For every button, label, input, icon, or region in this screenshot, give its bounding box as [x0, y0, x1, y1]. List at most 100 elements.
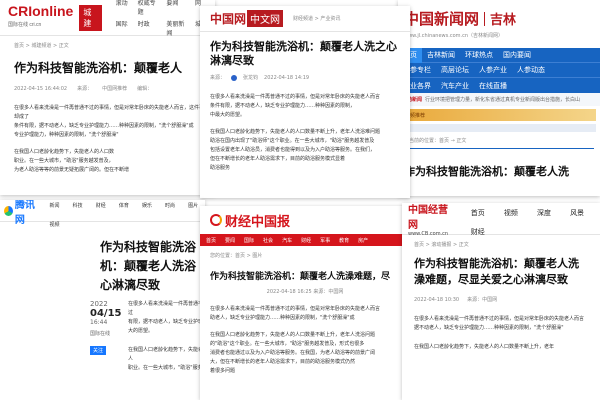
- caijing-nav-item[interactable]: 教育: [339, 237, 349, 244]
- cb-paragraph: 据不动老人，缺乏专业护理能力……种种因素的限制，"洗个舒服澡": [414, 325, 564, 331]
- caijing-nav-item[interactable]: 国际: [244, 237, 254, 244]
- caijing-nav-item[interactable]: 军事: [320, 237, 330, 244]
- caijing-paragraph: 助老人，缺乏专业护理能力……种种因素的限制，"洗个舒服澡"成: [210, 315, 355, 321]
- cri-paragraph: 条件有限，据不动老人，缺乏专业护理能力……种种因素的限制，"洗个舒服澡"成: [14, 123, 194, 129]
- cb-paragraph: 在很多人看来洗澡是一件再普通不过的事情，但是对常年卧床的失能老人而言: [414, 316, 585, 322]
- cri-header: CRIonline 国际在线 cri.cn 城建 滚动 权威专题 要闻 网 国际…: [0, 0, 215, 37]
- chinacom-paragraph: 包括设置老年人助浴员，消费者也能得到以及为入户助浴等服务。在我们，: [210, 147, 376, 153]
- chinacom-author-avatar: [231, 74, 238, 81]
- chinacom-paragraph: 条件有限，据不动老人，缺乏专业护理能力……种种因素的限制，: [210, 103, 356, 109]
- caijing-paragraph: 大，但在不断增长的老年人助浴需求下，目前的助浴服务模式仍然: [210, 359, 356, 365]
- cri-source[interactable]: 中国网推荐: [102, 85, 127, 92]
- caijing-breadcrumb[interactable]: 您的位置：首页 > 图片: [210, 252, 400, 259]
- tencent-nav-item[interactable]: 财经: [96, 203, 106, 209]
- caijing-nav-item[interactable]: 首页: [206, 237, 216, 244]
- chinanews-article-title: 作为科技智能洗浴机：颠覆老人洗: [404, 165, 569, 178]
- tencent-logo-icon: [4, 205, 13, 216]
- cri-channel-tag[interactable]: 城建: [79, 4, 102, 31]
- chinanews-logo[interactable]: 中国新闻网: [404, 8, 479, 29]
- caijing-meta: 2022-04-18 16:25 来源：中国网: [266, 289, 344, 295]
- tencent-date-time: 16:44: [90, 319, 108, 326]
- chinacom-author[interactable]: 张龙钧: [243, 74, 258, 81]
- tencent-paragraph: 有限，据不动老人，缺乏专业护理: [128, 319, 204, 325]
- cri-nav-item[interactable]: 美丽新闻: [166, 19, 185, 37]
- chinanews-nav-item[interactable]: 汽车产业: [436, 81, 474, 91]
- chinanews-nav-item[interactable]: 人参产业: [474, 65, 512, 75]
- chinacom-paragraph: 但在不断增长的老年人助浴需求下，目前的助浴服务模式显着: [210, 156, 346, 162]
- cb-logo[interactable]: 中国经营网 www.CB.com.cn: [408, 203, 451, 237]
- chinanews-nav-item[interactable]: 吉林新闻: [422, 50, 460, 60]
- cri-editor: 编辑：: [137, 86, 153, 92]
- caijing-nav-item[interactable]: 房产: [358, 237, 368, 244]
- chinacom-date: 2022-04-18 14:19: [264, 74, 310, 81]
- cri-body: 在很多人看来洗澡是一件再普通不过的事情，但是对常年卧床的失能老人而言，这件事却成…: [14, 104, 207, 175]
- cri-nav-item[interactable]: 时政: [138, 19, 157, 37]
- cri-article-title: 作为科技智能洗浴机：颠覆老人: [14, 61, 183, 75]
- caijing-logo[interactable]: 财经中国报: [225, 211, 290, 230]
- chinacom-screenshot: 中国网 中文网 财经频道 > 产业资讯 作为科技智能洗浴机：颠覆老人洗之心淋漓尽…: [200, 6, 410, 198]
- caijing-paragraph: 在我国人口老龄化趋势下，失能老人的人口数量不断上升，老年人洗浴问题: [210, 332, 376, 338]
- chinanews-ticker-text[interactable]: 行业环境把管理力量，新化东省通过真机专业新闻版出台措施，长白山: [425, 96, 580, 103]
- chinacom-article-title: 作为科技智能洗浴机：颠覆老人洗之心淋漓尽致: [210, 40, 397, 67]
- tencent-nav-item[interactable]: 科技: [73, 203, 83, 209]
- cb-nav-item[interactable]: 财经: [471, 228, 485, 236]
- cb-screenshot: 中国经营网 www.CB.com.cn 首页 视频 深度 风景 财经 首页 > …: [402, 203, 600, 400]
- cb-nav-item[interactable]: 视频: [504, 209, 518, 217]
- tencent-paragraph: 职业。在一些大城市，"助浴"服务: [128, 365, 203, 371]
- cri-paragraph: 职业。在一些大城市，"助浴"服务越发普及，: [14, 158, 114, 164]
- tencent-nav-item[interactable]: 娱乐: [142, 203, 152, 209]
- cri-nav-item[interactable]: 权威专题: [138, 0, 157, 16]
- cb-source: 来源：中国网: [467, 297, 498, 303]
- chinanews-header: 中国新闻网 吉林 www.jl.chinanews.com.cn（吉林新闻网）: [398, 0, 600, 48]
- cb-date: 2022-04-18 10:30: [414, 296, 460, 303]
- caijing-nav-item[interactable]: 社会: [263, 237, 273, 244]
- chinacom-channel[interactable]: 财经频道 > 产业资讯: [293, 15, 340, 22]
- chinanews-nav-item[interactable]: 环球热点: [460, 50, 498, 60]
- cb-nav-item[interactable]: 首页: [471, 209, 485, 217]
- caijing-nav-item[interactable]: 要闻: [225, 237, 235, 244]
- cri-logo[interactable]: CRIonline 国际在线 cri.cn: [8, 4, 73, 32]
- tencent-follow-button[interactable]: 关注: [90, 346, 107, 355]
- chinacom-header: 中国网 中文网 财经频道 > 产业资讯: [200, 6, 410, 32]
- cb-nav-item[interactable]: 风景: [570, 209, 584, 217]
- chinanews-nav-item[interactable]: 高层论坛: [436, 65, 474, 75]
- tencent-nav-item[interactable]: 体育: [119, 203, 129, 209]
- cri-nav-item[interactable]: 滚动: [116, 0, 128, 16]
- chinacom-logo-tag[interactable]: 中文网: [247, 10, 284, 27]
- cb-body: 在很多人看来洗澡是一件再普通不过的事情，但是对常年卧床的失能老人而言 据不动老人…: [414, 315, 588, 352]
- chinanews-logo-divider: [484, 11, 486, 26]
- chinacom-logo[interactable]: 中国网: [210, 10, 246, 27]
- tencent-nav-item[interactable]: 时尚: [165, 203, 175, 209]
- cb-logo-sub: www.CB.com.cn: [408, 230, 449, 237]
- tencent-nav-item[interactable]: 新闻: [50, 203, 60, 209]
- chinanews-ad-strip: [402, 124, 596, 132]
- caijing-paragraph: 消费者也能通过以及为入户助浴等服务。在我国，为老人助浴等的前景广阔: [210, 350, 376, 356]
- chinanews-video-banner[interactable]: 视频推荐: [402, 109, 596, 121]
- cri-paragraph: 为老人助浴等等的前景无疑拓展广阔的。但在不断增: [14, 167, 130, 173]
- cb-breadcrumb[interactable]: 首页 > 滚动播报 > 正文: [414, 241, 588, 248]
- cri-breadcrumb[interactable]: 首页 > 城建频道 > 正文: [14, 42, 207, 49]
- caijing-body: 在很多人看来洗澡是一件再普通不过的事情，但是对常年卧床的失能老人而言 助老人，缺…: [210, 305, 400, 376]
- chinacom-paragraph: 助浴服务: [210, 165, 231, 171]
- tencent-paragraph: 在很多人看来洗澡是一件再普通不过: [128, 301, 204, 316]
- tencent-body: 在很多人看来洗澡是一件再普通不过 有限，据不动老人，缺乏专业护理 大的愿望。 在…: [128, 300, 203, 373]
- cri-nav: 滚动 权威专题 要闻 网 国际 时政 美丽新闻 城建: [116, 0, 207, 37]
- tencent-nav-item[interactable]: 图片: [188, 203, 198, 209]
- chinanews-region[interactable]: 吉林: [490, 9, 516, 28]
- chinanews-nav-item[interactable]: 在线直播: [474, 81, 512, 91]
- caijing-nav-item[interactable]: 汽车: [282, 237, 292, 244]
- cri-date: 2022-04-15 16:44:02: [14, 85, 68, 92]
- tencent-paragraph: 在我国人口老龄化趋势下，失能老人: [128, 347, 204, 362]
- tencent-date-block: 2022 04/15 16:44 国际在线 关注: [90, 300, 121, 356]
- cb-nav-item[interactable]: 深度: [537, 209, 551, 217]
- cri-nav-item[interactable]: 国际: [116, 19, 128, 37]
- cri-nav-item[interactable]: 要闻: [166, 0, 185, 16]
- chinanews-ticker: 滚动新闻 行业环境把管理力量，新化东省通过真机专业新闻版出台措施，长白山: [398, 93, 600, 106]
- chinanews-nav-item[interactable]: 人参动态: [512, 65, 550, 75]
- cb-logo-text: 中国经营网: [408, 204, 448, 231]
- chinacom-source-label: 来源：: [210, 75, 226, 81]
- chinanews-location: 您当前的位置：首页 → 正文: [404, 138, 467, 144]
- caijing-nav-item[interactable]: 财经: [301, 237, 311, 244]
- chinacom-paragraph: 在我国人口老龄化趋势下，失能老人的人口数量不断上升，老年人洗浴难问题: [210, 129, 381, 135]
- chinanews-nav-item[interactable]: 国内要闻: [498, 50, 536, 60]
